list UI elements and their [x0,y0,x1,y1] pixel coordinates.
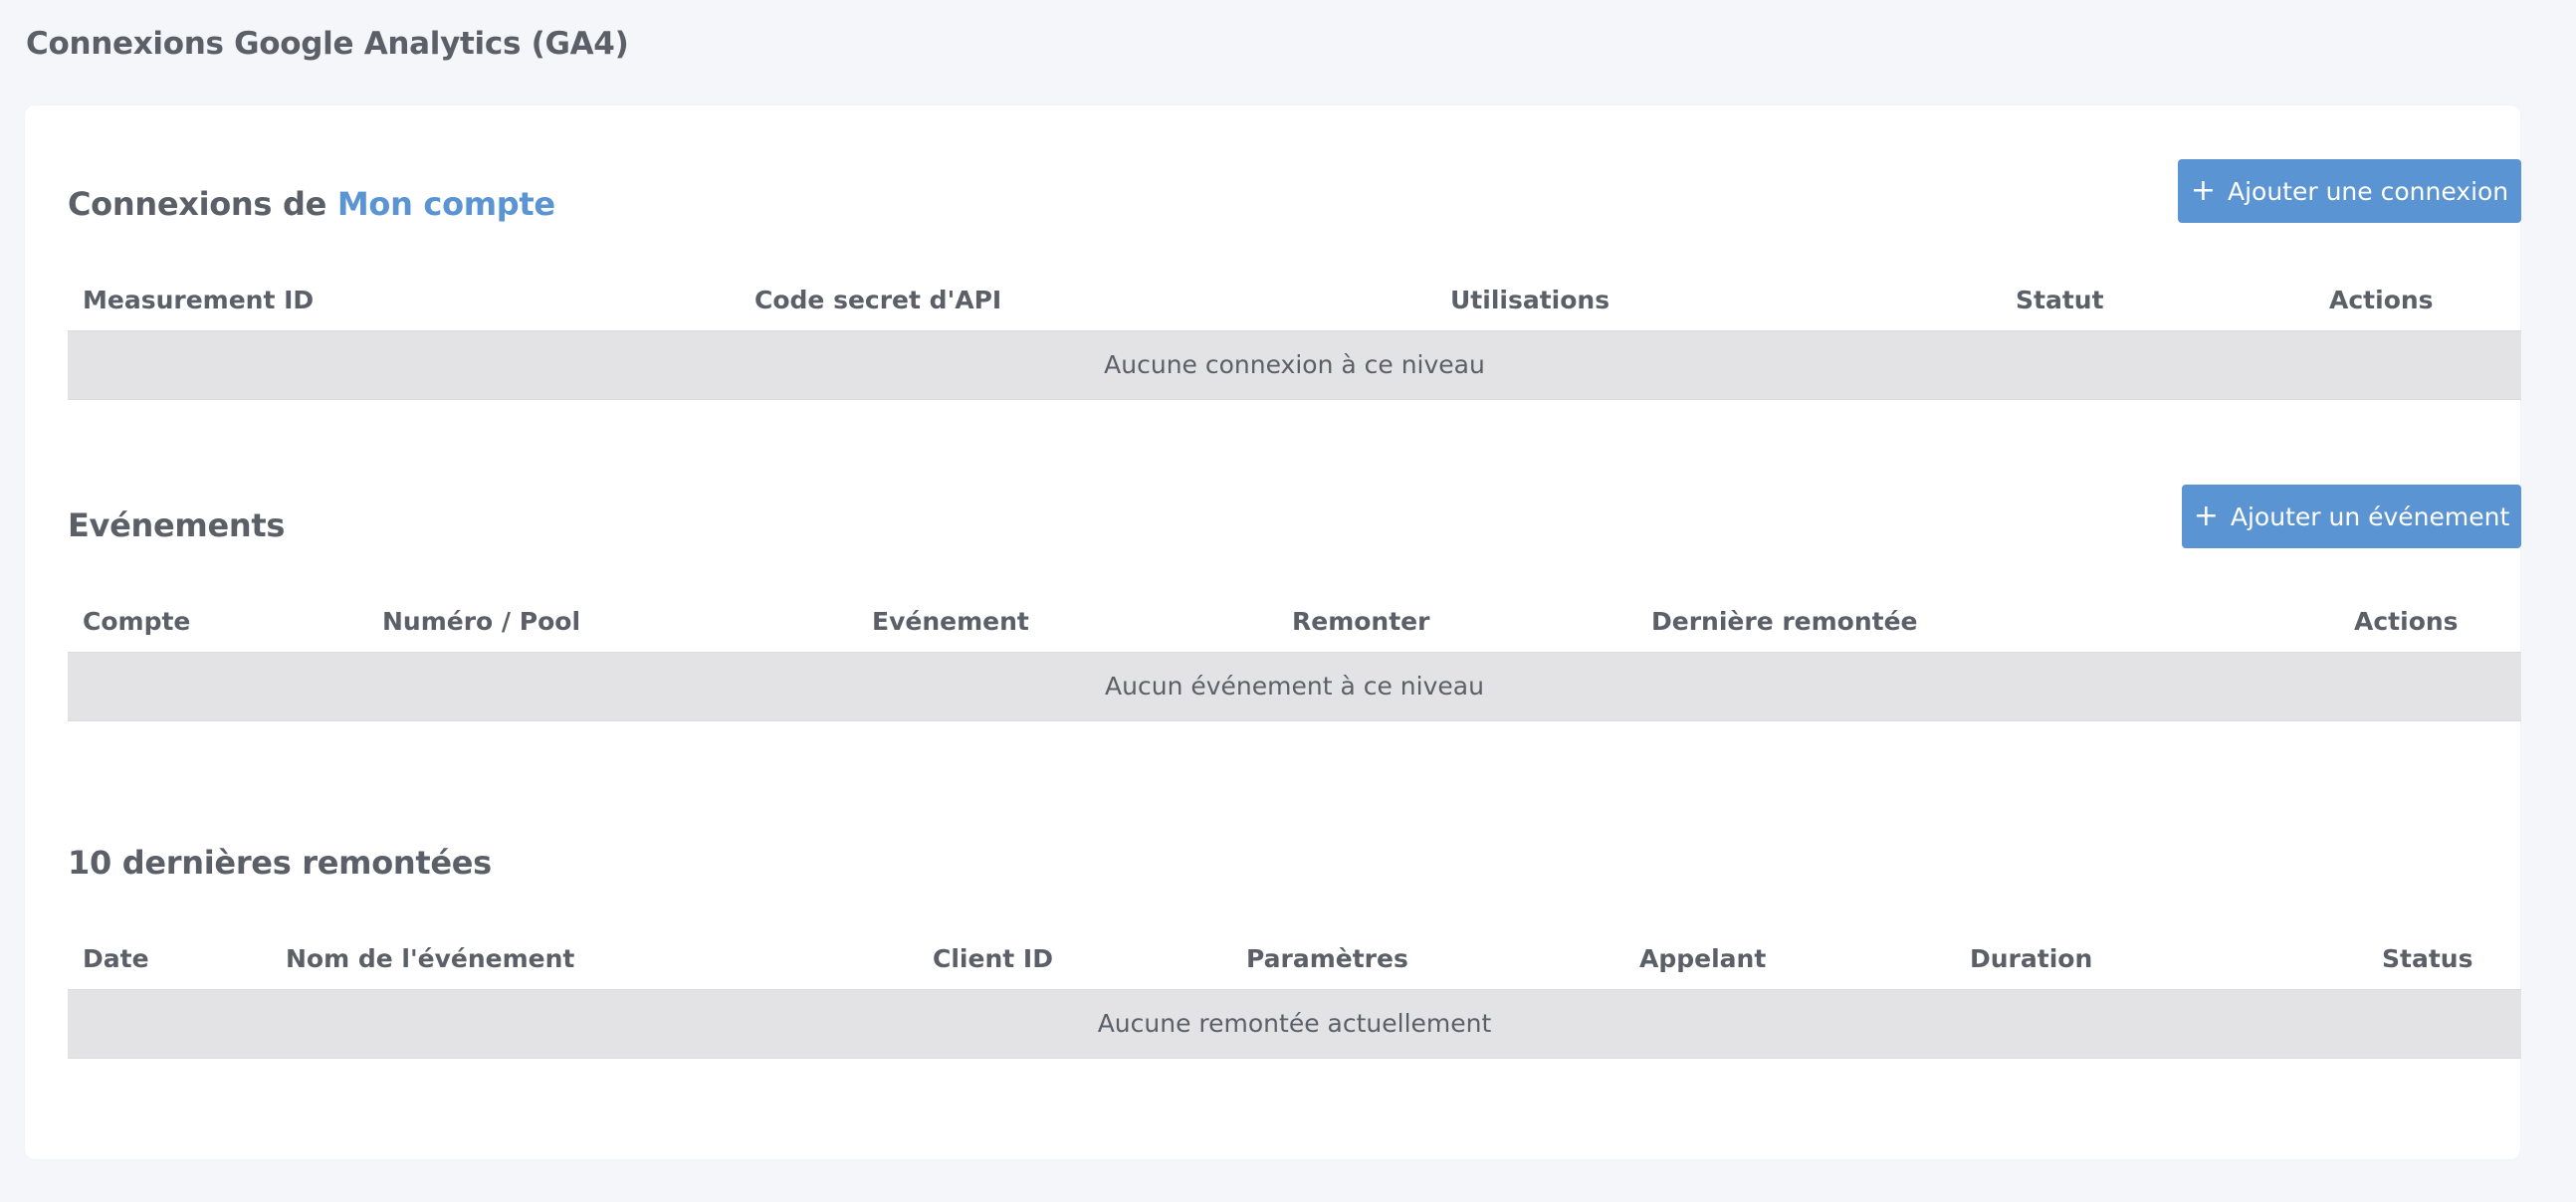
col-actions: Actions [2354,607,2459,636]
col-date: Date [83,944,149,973]
add-event-button[interactable]: + Ajouter un événement [2182,485,2521,548]
connections-title: Connexions de Mon compte [68,185,555,223]
events-empty-row: Aucun événement à ce niveau [68,652,2521,721]
plus-icon: + [2193,499,2219,533]
plus-icon: + [2190,173,2216,208]
col-usages: Utilisations [1450,286,1610,314]
uploads-section: 10 dernières remontées Date Nom de l'évé… [68,822,2521,1120]
col-caller: Appelant [1639,944,1767,973]
col-duration: Duration [1970,944,2093,973]
uploads-title: 10 dernières remontées [68,844,492,882]
events-section: Evénements + Ajouter un événement Compte… [68,485,2521,793]
col-event: Evénement [872,607,1029,636]
events-title: Evénements [68,506,286,544]
main-card: Connexions de Mon compte + Ajouter une c… [25,105,2521,1159]
page-title: Connexions Google Analytics (GA4) [26,26,629,62]
col-measurement-id: Measurement ID [83,286,315,314]
connections-section: Connexions de Mon compte + Ajouter une c… [68,159,2521,458]
col-status: Status [2382,944,2473,973]
col-status: Statut [2016,286,2104,314]
col-client-id: Client ID [933,944,1053,973]
add-connection-button[interactable]: + Ajouter une connexion [2178,159,2521,223]
col-account: Compte [83,607,191,636]
connections-table-header: Measurement ID Code secret d'API Utilisa… [68,271,2521,330]
col-parameters: Paramètres [1246,944,1408,973]
events-table-header: Compte Numéro / Pool Evénement Remonter … [68,592,2521,652]
col-api-secret: Code secret d'API [754,286,1002,314]
col-actions: Actions [2329,286,2434,314]
col-event-name: Nom de l'événement [286,944,575,973]
col-last-upload: Dernière remontée [1651,607,1918,636]
add-event-label: Ajouter un événement [2230,501,2510,531]
add-connection-label: Ajouter une connexion [2227,176,2509,206]
connections-account-name: Mon compte [336,185,555,223]
uploads-table-header: Date Nom de l'événement Client ID Paramè… [68,929,2521,989]
col-number-pool: Numéro / Pool [382,607,581,636]
connections-title-prefix: Connexions de [68,185,337,223]
connections-empty-row: Aucune connexion à ce niveau [68,330,2521,400]
col-upload: Remonter [1292,607,1430,636]
uploads-empty-row: Aucune remontée actuellement [68,989,2521,1059]
